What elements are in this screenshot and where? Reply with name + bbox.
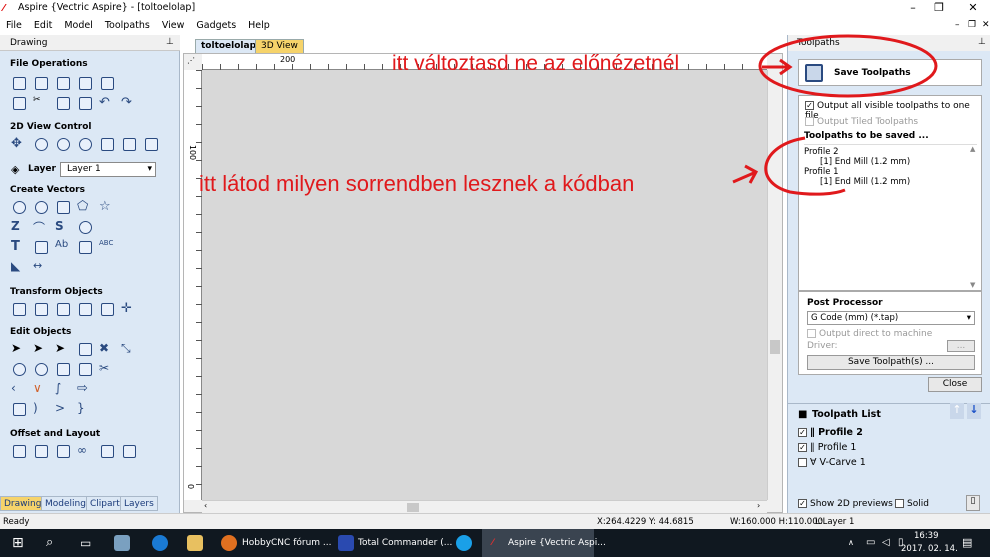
annotation-arrow-middle: [732, 164, 759, 184]
annotation-marks: [732, 34, 938, 196]
annotation-bracket: [764, 136, 846, 196]
annotation-arrow-top: [762, 58, 793, 76]
